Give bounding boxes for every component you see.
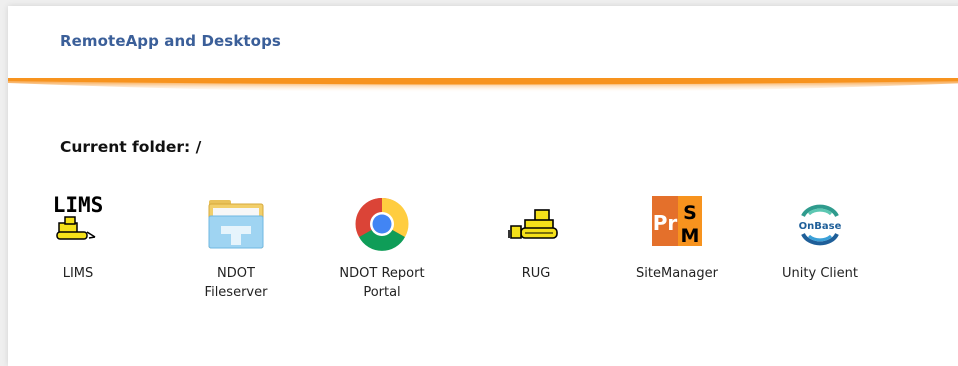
chrome-icon bbox=[351, 186, 413, 256]
svg-text:S: S bbox=[683, 202, 697, 224]
app-tile-ndot-fileserver[interactable]: NDOT Fileserver bbox=[188, 186, 284, 302]
header-accent-rule bbox=[8, 78, 958, 93]
app-label-rug: RUG bbox=[521, 266, 551, 281]
app-label-sitemanager: SiteManager bbox=[636, 266, 718, 281]
app-tile-sitemanager[interactable]: Pr S M SiteManager bbox=[629, 186, 725, 283]
app-tile-ndot-report-portal[interactable]: NDOT Report Portal bbox=[334, 186, 430, 302]
svg-text:M: M bbox=[681, 225, 700, 247]
lims-icon: LIMS bbox=[47, 186, 109, 256]
app-tile-rug[interactable]: RUG bbox=[488, 186, 584, 283]
svg-text:OnBase: OnBase bbox=[799, 221, 842, 232]
bulldozer-icon bbox=[505, 186, 567, 256]
folder-icon bbox=[205, 186, 267, 256]
header: RemoteApp and Desktops bbox=[8, 6, 958, 93]
svg-text:LIMS: LIMS bbox=[53, 193, 104, 217]
page-title: RemoteApp and Desktops bbox=[60, 32, 281, 50]
app-label-unity-client: Unity Client bbox=[782, 266, 858, 281]
remoteapp-panel: RemoteApp and Desktops Current folder: /… bbox=[8, 6, 958, 366]
app-tile-unity-client[interactable]: OnBase Unity Client bbox=[772, 186, 868, 283]
app-label-lims: LIMS bbox=[62, 266, 94, 281]
sitemanager-icon: Pr S M bbox=[646, 186, 708, 256]
app-label-ndot-report-portal: NDOT Report Portal bbox=[339, 266, 425, 300]
onbase-icon: OnBase bbox=[789, 186, 851, 256]
svg-text:Pr: Pr bbox=[653, 211, 678, 235]
current-folder-label: Current folder: / bbox=[60, 138, 202, 156]
app-label-ndot-fileserver: NDOT Fileserver bbox=[204, 266, 268, 300]
app-tile-lims[interactable]: LIMS LIMS bbox=[30, 186, 126, 283]
